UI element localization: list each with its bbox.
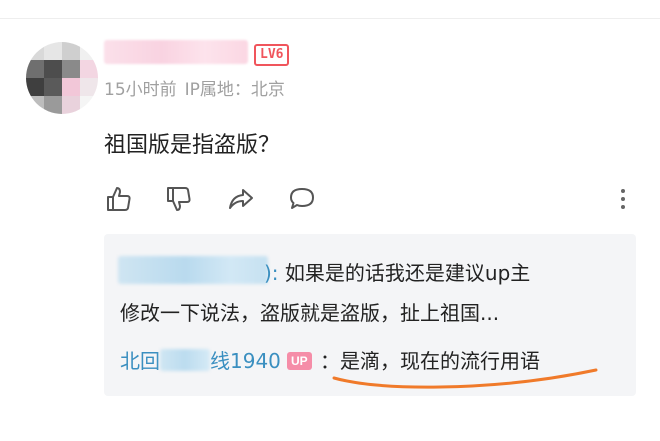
underline-annotation (332, 368, 598, 389)
comment-text: 祖国版是指盗版？ (104, 133, 281, 158)
username-redacted[interactable] (104, 40, 248, 64)
share-icon[interactable] (226, 184, 256, 214)
reply-username[interactable]: 北回 线1940 (120, 345, 281, 374)
level-badge: LV6 (254, 44, 290, 66)
reply-text-line2: 修改一下说法，盗版就是盗版，扯上祖国... (120, 301, 500, 325)
more-vertical-icon[interactable] (612, 184, 634, 214)
up-badge: UP (287, 352, 312, 370)
reply-username-redacted[interactable] (118, 256, 268, 284)
reply-text-line1: ): 如果是的话我还是建议up主 (264, 261, 531, 285)
divider (0, 18, 660, 19)
name-redacted (160, 349, 210, 371)
comment-time: 15小时前 (104, 80, 177, 100)
comment-bubble-icon[interactable] (287, 184, 317, 214)
reply-name-suffix: ): (264, 261, 279, 285)
avatar[interactable] (26, 42, 98, 114)
thumb-down-icon[interactable] (164, 184, 194, 214)
ip-location: IP属地：北京 (184, 80, 285, 100)
comment-meta: 15小时前 IP属地：北京 (104, 75, 285, 100)
thumb-up-icon[interactable] (104, 184, 134, 214)
comment-card: LV6 15小时前 IP属地：北京 祖国版是指盗版？): 如果是的话我还是建议… (0, 0, 660, 441)
